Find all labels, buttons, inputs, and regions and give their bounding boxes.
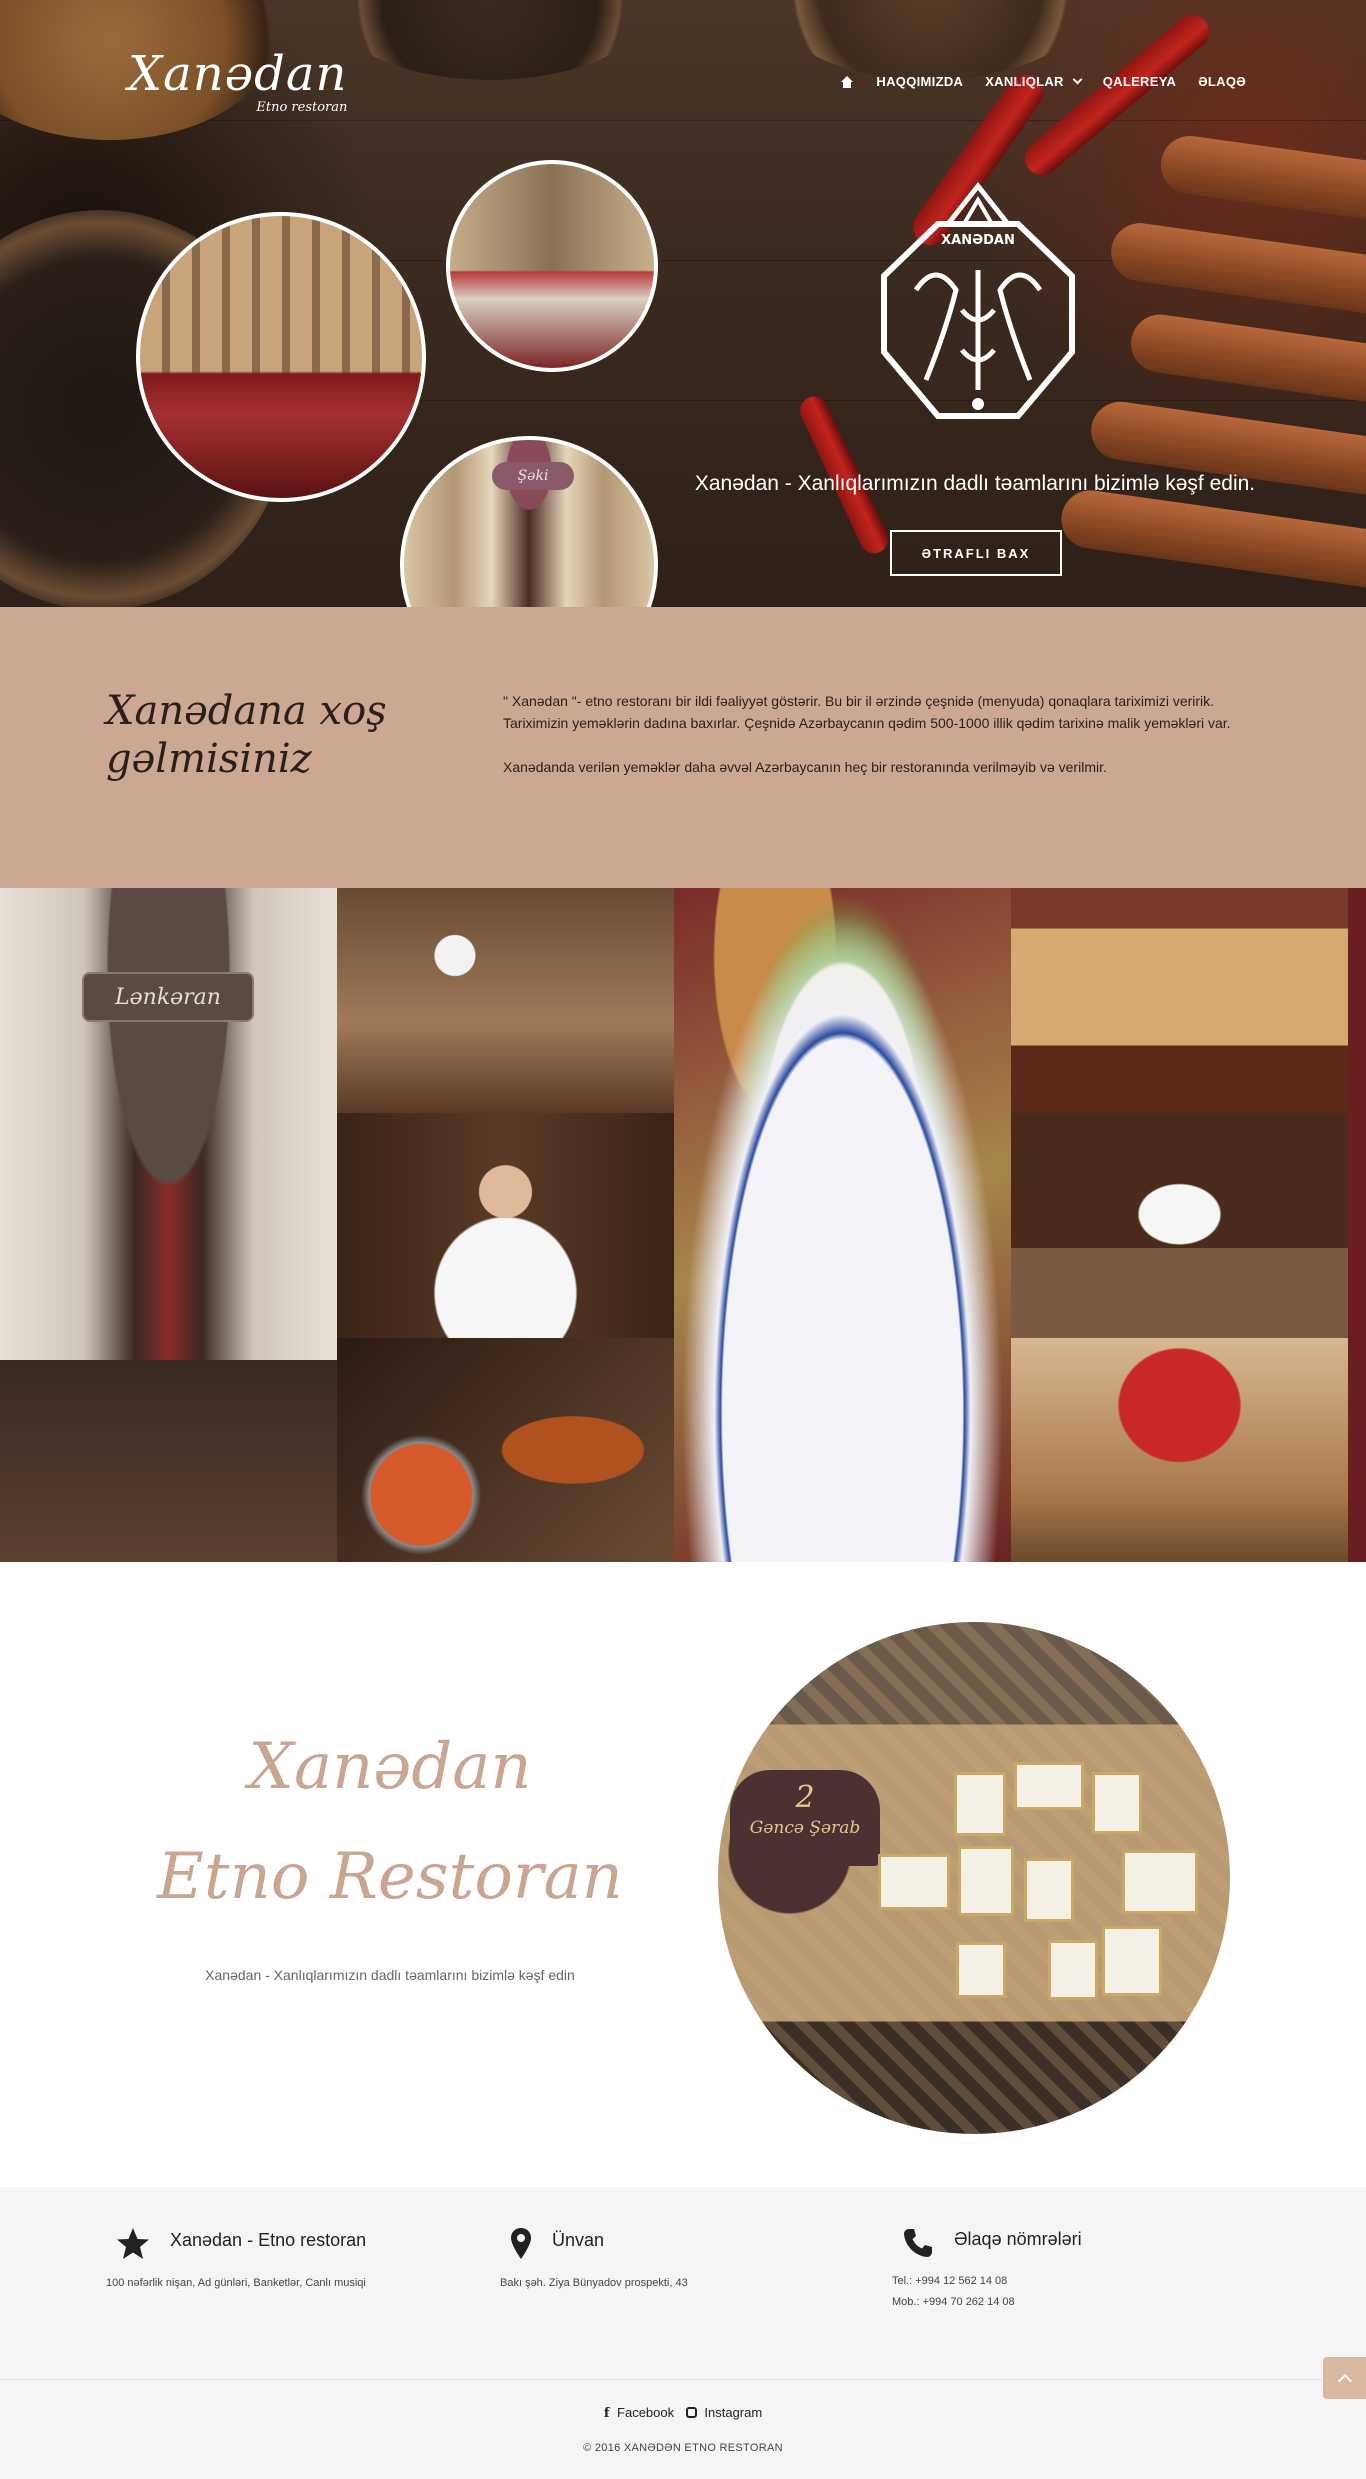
spice-bowl bbox=[330, 0, 650, 80]
nav-item-about[interactable]: HAQQIMIZDA bbox=[876, 74, 963, 89]
gallery-photo-food-platter[interactable] bbox=[337, 1338, 674, 1562]
cinnamon-stick bbox=[1127, 310, 1366, 408]
copyright: © 2016 XANƏDƏN ETNO RESTORAN bbox=[583, 2442, 783, 2454]
hero-photo-banquet-table bbox=[446, 160, 658, 372]
hero-tagline: Xanədan - Xanlıqlarımızın dadlı təamları… bbox=[694, 472, 1256, 495]
nav-home[interactable] bbox=[840, 75, 854, 88]
certificate-frame bbox=[958, 1846, 1014, 1916]
hero-photo-seki-room: Şəki bbox=[400, 436, 658, 607]
gallery-photo-lankaran-room[interactable]: Lənkəran bbox=[0, 888, 337, 1562]
nav-item-contact[interactable]: ƏLAQƏ bbox=[1198, 74, 1246, 89]
nav-item-gallery[interactable]: QALEREYA bbox=[1103, 74, 1176, 89]
instagram-link[interactable]: Instagram bbox=[684, 2405, 764, 2420]
room-plaque: Şəki bbox=[492, 462, 574, 490]
certificate-frame bbox=[954, 1772, 1006, 1836]
certificate-frame bbox=[1092, 1772, 1142, 1834]
footer-column-text: 100 nəfərlik nişan, Ad günləri, Banketlə… bbox=[106, 2273, 466, 2294]
gallery-photo-table-spread[interactable] bbox=[674, 888, 1011, 1562]
facebook-label: Facebook bbox=[617, 2405, 675, 2420]
certificate-frame bbox=[1122, 1850, 1198, 1914]
cinnamon-stick bbox=[1157, 132, 1366, 226]
promo-title-line: Xanədan bbox=[248, 1730, 532, 1804]
emblem-text: XANƏDAN bbox=[941, 233, 1015, 248]
certificate-frame bbox=[1102, 1926, 1162, 1996]
gallery-edge bbox=[1348, 888, 1366, 1562]
welcome-paragraph: " Xanədan "- etno restoranı bir ildi fəa… bbox=[503, 693, 1231, 731]
promo-title: Xanədan Etno Restoran bbox=[130, 1712, 650, 1932]
nav-item-label: ƏLAQƏ bbox=[1198, 74, 1246, 89]
facebook-link[interactable]: f Facebook bbox=[602, 2405, 676, 2421]
footer-column-title: Ünvan bbox=[552, 2229, 605, 2250]
gallery-photo-chef-table[interactable] bbox=[1011, 1113, 1348, 1338]
footer-divider bbox=[0, 2379, 1366, 2380]
main-nav: HAQQIMIZDA XANLIQLAR QALEREYA ƏLAQƏ bbox=[840, 74, 1246, 89]
home-icon bbox=[840, 75, 854, 88]
footer-column-text: Bakı şəh. Ziya Bünyadov prospekti, 43 bbox=[500, 2273, 860, 2294]
chevron-up-icon bbox=[1337, 2373, 1352, 2388]
read-more-button[interactable]: ƏTRAFLI BAX bbox=[890, 530, 1062, 576]
social-links: f Facebook Instagram bbox=[0, 2405, 1366, 2421]
certificate-frame bbox=[956, 1942, 1006, 1998]
welcome-text: " Xanədan "- etno restoranı bir ildi fəa… bbox=[503, 690, 1263, 800]
back-to-top-button[interactable] bbox=[1323, 2357, 1366, 2399]
footer-line: Bakı şəh. Ziya Bünyadov prospekti, 43 bbox=[500, 2277, 688, 2289]
footer-line: 100 nəfərlik nişan, Ad günləri, Banketlə… bbox=[106, 2277, 366, 2289]
hero-section: Xanədan Etno restoran HAQQIMIZDA XANLIQL… bbox=[0, 0, 1366, 607]
welcome-title: Xanədana xoş gəlmisiniz bbox=[106, 688, 387, 782]
footer-contacts: Əlaqə nömrələri Tel.: +994 12 562 14 08 … bbox=[892, 2227, 1252, 2313]
brand-logo[interactable]: Xanədan Etno restoran bbox=[128, 50, 347, 115]
welcome-paragraph: Xanədanda verilən yeməklər daha əvvəl Az… bbox=[503, 759, 1107, 775]
phone-icon bbox=[904, 2229, 932, 2257]
footer-phone[interactable]: Tel.: +994 12 562 14 08 bbox=[892, 2271, 1252, 2292]
cinnamon-stick bbox=[1107, 219, 1366, 319]
instagram-icon bbox=[685, 2407, 697, 2418]
star-icon bbox=[117, 2228, 149, 2259]
brand-subtitle: Etno restoran bbox=[256, 100, 348, 115]
welcome-section: Xanədana xoş gəlmisiniz " Xanədan "- etn… bbox=[0, 607, 1366, 888]
footer-about: Xanədan - Etno restoran 100 nəfərlik niş… bbox=[106, 2227, 466, 2294]
footer-column-text: Tel.: +994 12 562 14 08 Mob.: +994 70 26… bbox=[892, 2271, 1252, 2313]
certificate-frame bbox=[878, 1854, 950, 1910]
photo-gallery: Lənkəran bbox=[0, 888, 1366, 1562]
gallery-photo-chef-bread[interactable] bbox=[337, 1113, 674, 1338]
emblem-icon: XANƏDAN bbox=[881, 181, 1075, 419]
pin-icon bbox=[511, 2228, 531, 2259]
promo-title-line: Etno Restoran bbox=[157, 1840, 623, 1914]
promo-subtitle: Xanədan - Xanlıqlarımızın dadlı təamları… bbox=[205, 1967, 575, 1983]
certificate-frame bbox=[1048, 1940, 1098, 2000]
certificate-frame bbox=[1024, 1858, 1074, 1922]
chevron-down-icon bbox=[1072, 74, 1083, 85]
footer-column-title: Xanədan - Etno restoran bbox=[170, 2229, 367, 2250]
wine-sign: 2 Gəncə Şərab bbox=[730, 1770, 880, 1866]
instagram-label: Instagram bbox=[704, 2405, 763, 2420]
footer-column-title: Əlaqə nömrələri bbox=[954, 2228, 1082, 2249]
cinnamon-stick bbox=[1057, 486, 1366, 592]
wine-sign-number: 2 bbox=[795, 1780, 815, 1815]
gallery-photo-chef-serving[interactable] bbox=[337, 888, 674, 1113]
footer-address: Ünvan Bakı şəh. Ziya Bünyadov prospekti,… bbox=[500, 2227, 860, 2294]
spice-bowl bbox=[770, 0, 1090, 80]
nav-item-khanates[interactable]: XANLIQLAR bbox=[985, 74, 1083, 89]
gallery-photo-tent-hall[interactable] bbox=[1011, 888, 1348, 1113]
promo-photo-certificates: 2 Gəncə Şərab bbox=[718, 1622, 1230, 2134]
gallery-photo-instruments[interactable] bbox=[1011, 1338, 1348, 1562]
nav-item-label: QALEREYA bbox=[1102, 74, 1177, 89]
nav-item-label: HAQQIMIZDA bbox=[876, 74, 964, 89]
footer: Xanədan - Etno restoran 100 nəfərlik niş… bbox=[0, 2187, 1366, 2479]
facebook-icon: f bbox=[603, 2406, 610, 2421]
promo-section: Xanədan Etno Restoran Xanədan - Xanlıqla… bbox=[0, 1562, 1366, 2187]
room-sign: Lənkəran bbox=[82, 972, 254, 1022]
footer-mobile[interactable]: Mob.: +994 70 262 14 08 bbox=[892, 2292, 1252, 2313]
wine-sign-text: Gəncə Şərab bbox=[749, 1818, 861, 1838]
hero-photo-dining-hall bbox=[136, 212, 426, 502]
brand-name: Xanədan bbox=[128, 46, 348, 102]
certificate-frame bbox=[1014, 1762, 1084, 1810]
nav-item-label: XANLIQLAR bbox=[985, 74, 1064, 89]
